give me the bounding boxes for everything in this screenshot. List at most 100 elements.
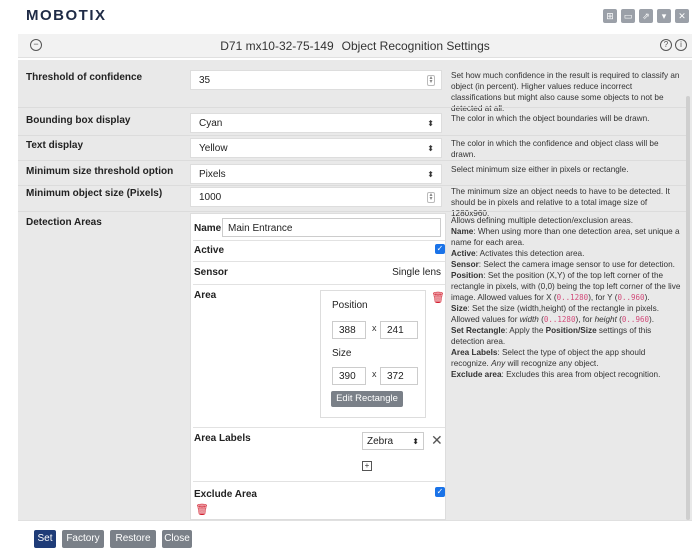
active-label: Active xyxy=(194,245,225,256)
field-value: 1000 xyxy=(199,192,222,203)
select-arrow-icon: ⬍ xyxy=(427,119,434,128)
field-value: Pixels xyxy=(199,169,226,180)
help-text: ). xyxy=(649,315,655,324)
help-text: ), for xyxy=(575,315,595,324)
app-bar: MOBOTIX ⊞ ▭ ⇗ ▾ ✕ xyxy=(0,0,697,30)
field-value: Yellow xyxy=(199,143,228,154)
area-label-select[interactable]: Zebra ⬍ xyxy=(362,432,424,450)
sensor-label: Sensor xyxy=(194,267,228,278)
window-controls: ⊞ ▭ ⇗ ▾ ✕ xyxy=(603,9,689,23)
area-labels-label: Area Labels xyxy=(194,433,251,444)
info-icon[interactable]: i xyxy=(675,39,687,51)
remove-label-icon[interactable]: ✕ xyxy=(431,432,443,449)
help-code: 0..1280 xyxy=(556,293,589,302)
help-italic: width xyxy=(519,315,539,324)
help-text: : Apply the xyxy=(505,326,546,335)
dialog-titlebar: − D71 mx10-32-75-149 Object Recognition S… xyxy=(18,34,692,58)
area-name-input[interactable]: Main Entrance xyxy=(222,218,441,237)
setting-label: Threshold of confidence xyxy=(26,72,143,83)
threshold-input[interactable]: 35 ▴ ▾ xyxy=(190,70,442,90)
select-arrow-icon: ⬍ xyxy=(427,170,434,179)
set-button[interactable]: Set xyxy=(34,530,56,548)
close-button[interactable]: Close xyxy=(162,530,192,548)
divider xyxy=(193,240,445,241)
setting-row-min-size-option: Minimum size threshold option Pixels ⬍ S… xyxy=(18,161,688,185)
add-label-icon[interactable]: + xyxy=(362,461,372,471)
min-size-option-select[interactable]: Pixels ⬍ xyxy=(190,164,442,184)
collapse-icon[interactable]: ▾ xyxy=(657,9,671,23)
restore-button[interactable]: Restore xyxy=(110,530,156,548)
select-arrow-icon: ⬍ xyxy=(412,437,419,446)
help-text: : When using more than one detection are… xyxy=(451,227,680,247)
help-italic: Any xyxy=(491,359,506,368)
divider xyxy=(18,107,688,108)
help-text: will recognize any object. xyxy=(505,359,599,368)
brand-logo: MOBOTIX xyxy=(26,7,107,24)
help-text: ). xyxy=(644,293,650,302)
text-display-select[interactable]: Yellow ⬍ xyxy=(190,138,442,158)
size-width-input[interactable]: 390 xyxy=(332,367,366,385)
size-height-input[interactable]: 372 xyxy=(380,367,418,385)
help-key: Area Labels xyxy=(451,348,498,357)
name-label: Name xyxy=(194,223,222,234)
setting-description: The color in which the confidence and ob… xyxy=(451,139,659,159)
field-value: Cyan xyxy=(199,118,223,129)
help-icon[interactable]: ? xyxy=(660,39,672,51)
spinner-icon[interactable]: ▴ ▾ xyxy=(427,192,435,203)
position-y-input[interactable]: 241 xyxy=(380,321,418,339)
help-key: Exclude area xyxy=(451,370,502,379)
setting-label: Minimum size threshold option xyxy=(26,166,174,177)
help-key: Position xyxy=(451,271,484,280)
edit-rectangle-button[interactable]: Edit Rectangle xyxy=(331,391,403,407)
help-intro: Allows defining multiple detection/exclu… xyxy=(451,216,634,225)
area-label: Area xyxy=(194,290,217,301)
setting-row-text-display: Text display Yellow ⬍ The color in which… xyxy=(18,136,688,160)
help-code: 0..960 xyxy=(621,315,649,324)
setting-label: Bounding box display xyxy=(26,115,131,126)
dialog-title: D71 mx10-32-75-149 Object Recognition Set… xyxy=(18,39,692,53)
exclude-area-label: Exclude Area xyxy=(194,489,257,500)
setting-label: Minimum object size (Pixels) xyxy=(26,188,163,199)
size-label: Size xyxy=(332,348,352,359)
position-label: Position xyxy=(332,300,368,311)
help-text: : Activates this detection area. xyxy=(475,249,585,258)
select-arrow-icon: ⬍ xyxy=(427,144,434,153)
footer-buttons: Set Factory Restore Close xyxy=(18,520,692,556)
close-icon[interactable]: ✕ xyxy=(675,9,689,23)
setting-label: Detection Areas xyxy=(26,217,102,228)
minimize-icon[interactable]: ▭ xyxy=(621,9,635,23)
delete-detection-area-icon[interactable]: 🗑 xyxy=(195,505,209,516)
times-sign: x xyxy=(372,369,377,379)
detection-help-text: Allows defining multiple detection/exclu… xyxy=(451,215,683,380)
active-checkbox[interactable]: ✓ xyxy=(435,244,445,254)
divider xyxy=(193,284,445,285)
help-key: Sensor xyxy=(451,260,479,269)
delete-area-icon[interactable]: 🗑 xyxy=(431,293,445,304)
sensor-value: Single lens xyxy=(392,267,441,278)
area-rectangle-box: Position 388 x 241 Size 390 x 372 Edit R… xyxy=(320,290,426,418)
scrollbar[interactable] xyxy=(686,96,690,520)
field-value: 35 xyxy=(199,75,211,86)
help-text: : Excludes this area from object recogni… xyxy=(501,370,661,379)
setting-description: The color in which the object boundaries… xyxy=(451,114,650,123)
divider xyxy=(193,261,445,262)
help-key: Set Rectangle xyxy=(451,326,506,335)
position-x-input[interactable]: 388 xyxy=(332,321,366,339)
popout-icon[interactable]: ⇗ xyxy=(639,9,653,23)
camera-name: D71 mx10-32-75-149 xyxy=(220,39,334,53)
help-text: : Select the camera image sensor to use … xyxy=(478,260,675,269)
setting-row-min-object-size: Minimum object size (Pixels) 1000 ▴ ▾ The… xyxy=(18,184,688,218)
tile-icon[interactable]: ⊞ xyxy=(603,9,617,23)
help-code: 0..960 xyxy=(617,293,645,302)
setting-row-bounding-box: Bounding box display Cyan ⬍ The color in… xyxy=(18,111,688,135)
factory-button[interactable]: Factory xyxy=(62,530,104,548)
divider xyxy=(193,481,445,482)
spinner-icon[interactable]: ▴ ▾ xyxy=(427,75,435,86)
help-key: Size xyxy=(451,304,468,313)
setting-label: Text display xyxy=(26,140,84,151)
min-object-size-input[interactable]: 1000 ▴ ▾ xyxy=(190,187,442,207)
bounding-box-select[interactable]: Cyan ⬍ xyxy=(190,113,442,133)
help-key: Name xyxy=(451,227,474,236)
detection-area-card: Name Main Entrance Active ✓ Sensor Singl… xyxy=(190,213,446,520)
exclude-area-checkbox[interactable]: ✓ xyxy=(435,487,445,497)
